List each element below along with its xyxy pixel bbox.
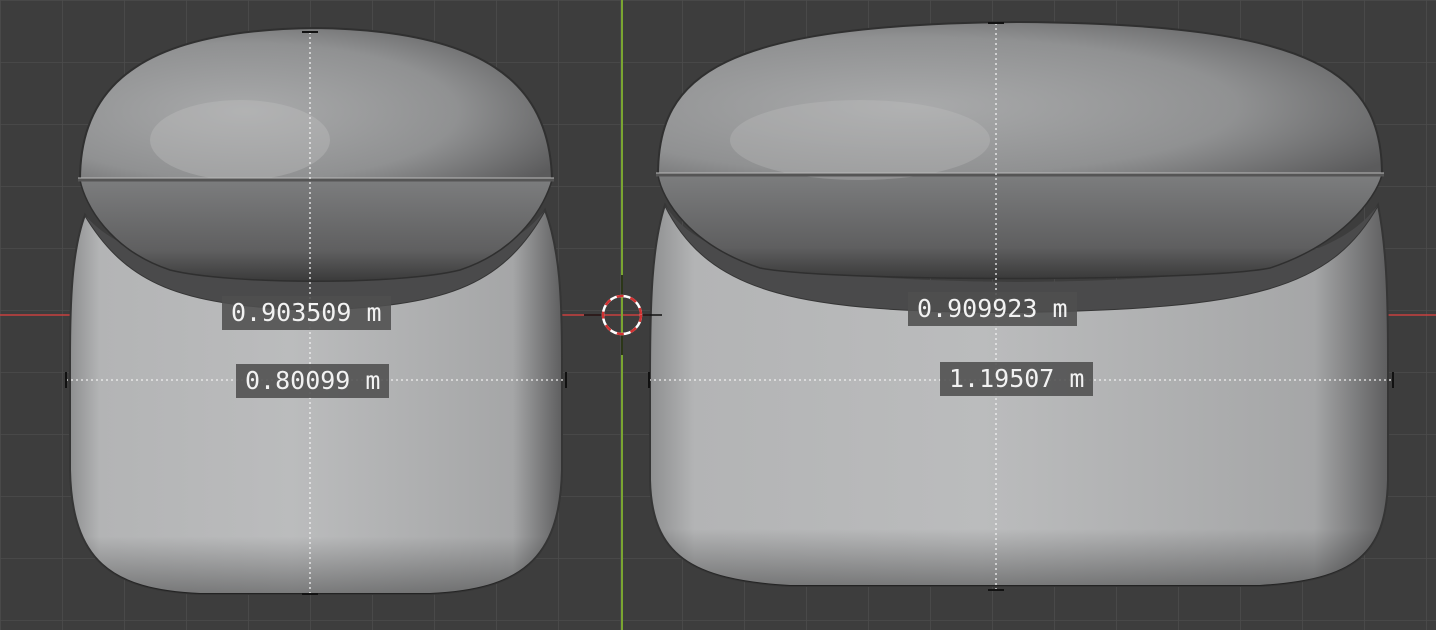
large-case-height-label: 0.909923 m — [908, 292, 1077, 326]
large-case-width-label: 1.19507 m — [940, 362, 1094, 396]
small-case-width-label: 0.80099 m — [236, 364, 390, 398]
small-case-height-label: 0.903509 m — [222, 296, 391, 330]
3d-viewport[interactable]: 0.903509 m 0.80099 m 0.909923 m 1.19507 … — [0, 0, 1436, 630]
viewport-canvas[interactable] — [0, 0, 1436, 630]
